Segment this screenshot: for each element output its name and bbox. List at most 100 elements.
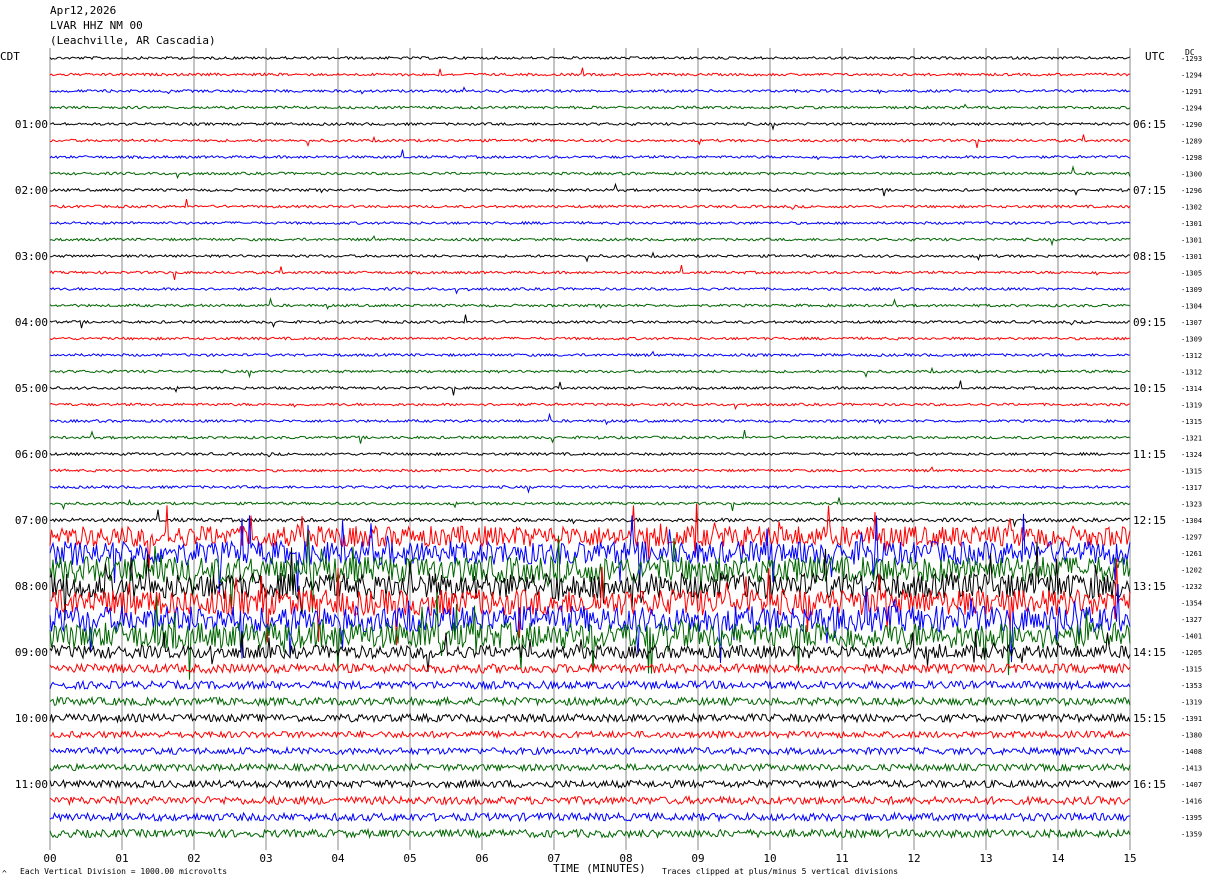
trace-line <box>49 558 1131 646</box>
dc-offset-label: -1232 <box>1181 583 1202 591</box>
dc-offset-label: -1309 <box>1181 336 1202 344</box>
dc-offset-label: -1205 <box>1181 649 1202 657</box>
right-time-label: 14:15 <box>1133 646 1166 659</box>
dc-offset-label: -1301 <box>1181 220 1202 228</box>
left-time-label: 05:00 <box>15 382 48 395</box>
grid-lines <box>49 48 1131 850</box>
trace-line <box>49 164 1131 180</box>
dc-offset-label: -1315 <box>1181 418 1202 426</box>
trace-line <box>49 182 1131 197</box>
trace-line <box>49 380 1131 396</box>
trace-line <box>49 103 1131 110</box>
dc-offset-label: -1290 <box>1181 121 1202 129</box>
left-time-label: 08:00 <box>15 580 48 593</box>
trace-line <box>49 679 1131 691</box>
left-time-label: 03:00 <box>15 250 48 263</box>
x-tick-label: 10 <box>763 852 776 865</box>
x-tick-label: 00 <box>43 852 56 865</box>
trace-line <box>49 745 1130 757</box>
dc-offset-label: -1293 <box>1181 55 1202 63</box>
dc-offset-label: -1289 <box>1181 138 1202 146</box>
x-tick-label: 03 <box>259 852 272 865</box>
left-time-label: 10:00 <box>15 712 48 725</box>
dc-offset-label: -1312 <box>1181 369 1202 377</box>
dc-offset-label: -1395 <box>1181 814 1202 822</box>
x-tick-label: 09 <box>691 852 704 865</box>
trace-line <box>49 451 1131 458</box>
trace-line <box>49 695 1131 708</box>
x-tick-label: 01 <box>115 852 128 865</box>
trace-line <box>49 199 1131 211</box>
dc-offset-label: -1261 <box>1181 550 1202 558</box>
trace-line <box>49 729 1131 740</box>
dc-offset-label: -1312 <box>1181 352 1202 360</box>
dc-offset-label: -1301 <box>1181 237 1202 245</box>
x-tick-label: 05 <box>403 852 416 865</box>
dc-offset-label: -1309 <box>1181 286 1202 294</box>
x-tick-label: 14 <box>1051 852 1065 865</box>
x-tick-label: 13 <box>979 852 992 865</box>
dc-offset-label: -1297 <box>1181 534 1202 542</box>
trace-line <box>49 509 1131 528</box>
trace-line <box>49 662 1131 675</box>
dc-offset-label: -1315 <box>1181 468 1202 476</box>
trace-line <box>49 466 1131 473</box>
dc-offset-label: -1296 <box>1181 187 1202 195</box>
trace-line <box>49 712 1131 724</box>
scale-note: Each Vertical Division = 1000.00 microvo… <box>20 867 228 876</box>
right-time-label: 13:15 <box>1133 580 1166 593</box>
right-time-label: 08:15 <box>1133 250 1166 263</box>
left-time-label: 01:00 <box>15 118 48 131</box>
right-time-label: 15:15 <box>1133 712 1166 725</box>
dc-offset-label: -1391 <box>1181 715 1202 723</box>
trace-line <box>49 86 1131 95</box>
left-time-label: 04:00 <box>15 316 48 329</box>
trace-line <box>49 827 1131 840</box>
dc-offset-label: -1314 <box>1181 385 1202 393</box>
dc-offset-label: -1317 <box>1181 484 1202 492</box>
trace-line <box>49 430 1131 444</box>
dc-offset-label: -1327 <box>1181 616 1202 624</box>
right-time-label: 10:15 <box>1133 382 1166 395</box>
x-tick-label: 15 <box>1123 852 1136 865</box>
x-tick-label: 06 <box>475 852 488 865</box>
trace-line <box>49 264 1131 281</box>
dc-offset-label: -1294 <box>1181 72 1202 80</box>
left-time-label: 09:00 <box>15 646 48 659</box>
trace-line <box>49 134 1131 149</box>
trace-line <box>49 762 1131 773</box>
trace-line <box>50 251 1131 263</box>
left-time-label: 02:00 <box>15 184 48 197</box>
dc-offset-label: -1401 <box>1181 633 1202 641</box>
trace-line <box>49 484 1131 494</box>
dc-offset-label: -1359 <box>1181 831 1202 839</box>
trace-line <box>49 350 1131 358</box>
dc-offset-label: -1298 <box>1181 154 1202 162</box>
trace-line <box>49 778 1131 790</box>
trace-group <box>49 55 1131 840</box>
dc-offset-label: -1202 <box>1181 567 1202 575</box>
dc-offset-label: -1323 <box>1181 501 1202 509</box>
left-time-label: 11:00 <box>15 778 48 791</box>
dc-offset-label: -1302 <box>1181 204 1202 212</box>
dc-offset-label: -1319 <box>1181 402 1202 410</box>
dc-offset-label: -1319 <box>1181 699 1202 707</box>
trace-line <box>49 296 1131 310</box>
right-time-label: 09:15 <box>1133 316 1166 329</box>
dc-offset-label: -1300 <box>1181 171 1202 179</box>
trace-line <box>49 811 1130 823</box>
dc-offset-labels: -1293 -1294 -1291 -1294 -1290 -1289 -1298 -1300… <box>1181 55 1202 839</box>
dc-offset-label: -1380 <box>1181 732 1202 740</box>
dc-offset-label: -1304 <box>1181 517 1202 525</box>
x-tick-label: 11 <box>835 852 848 865</box>
dc-offset-label: -1408 <box>1181 748 1202 756</box>
dc-offset-label: -1305 <box>1181 270 1202 278</box>
trace-line <box>49 149 1131 161</box>
trace-line <box>49 336 1130 341</box>
dc-offset-label: -1301 <box>1181 253 1202 261</box>
trace-line <box>49 402 1131 411</box>
right-time-labels: 06:15 07:15 08:15 09:15 10:15 11:15 12:15 13:15… <box>1133 118 1166 791</box>
dc-offset-label: -1321 <box>1181 435 1202 443</box>
trace-line <box>49 121 1131 131</box>
right-time-label: 16:15 <box>1133 778 1166 791</box>
